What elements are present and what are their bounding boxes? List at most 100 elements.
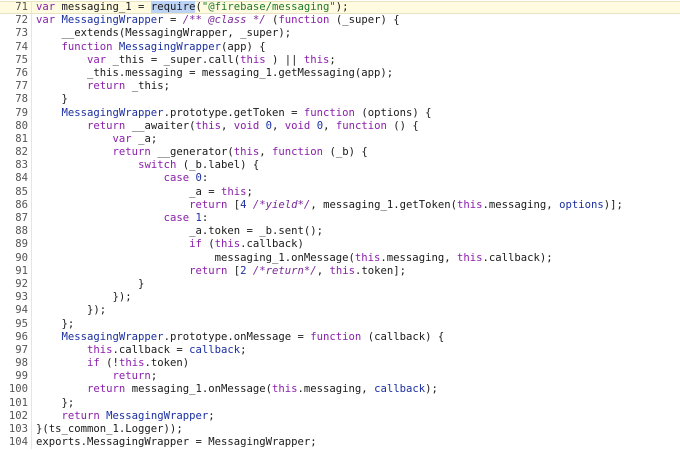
code-text: _this.messaging = messaging_1.getMessagi… [36,67,680,80]
code-token: , [220,119,234,132]
code-line[interactable]: 99 return; [0,370,680,384]
code-line[interactable]: 80 return __awaiter(this, void 0, void 0… [0,119,680,133]
code-token: return [112,146,158,159]
code-line[interactable]: 83 switch (_b.label) { [0,159,680,173]
code-line[interactable]: 89 if (this.callback) [0,238,680,252]
code-text: case 0: [36,172,680,185]
gutter-separator [31,212,32,226]
gutter-separator [31,146,32,160]
code-line[interactable]: 74 function MessagingWrapper(app) { [0,40,680,54]
code-line[interactable]: 97 this.callback = callback; [0,343,680,358]
line-number: 73 [15,27,28,40]
code-text: _a.token = _b.sent(); [36,225,680,238]
gutter-separator [31,106,32,120]
code-line[interactable]: 86 return [4 /*yield*/, messaging_1.getT… [0,198,680,212]
code-text: MessagingWrapper.prototype.getToken = fu… [36,107,680,120]
code-token: _a.token = _b.sent(); [36,225,324,238]
gutter-separator [31,66,32,81]
code-line[interactable]: 101 }; [0,396,680,410]
line-number: 104 [8,436,28,449]
code-token: __extends(MessagingWrapper, _super); [36,27,292,40]
code-line[interactable]: 75 var _this = _super.call(this ) || thi… [0,53,680,67]
code-line[interactable]: 84 case 0: [0,172,680,186]
code-token: , [259,146,273,159]
gutter-separator [31,317,32,331]
line-number: 79 [15,106,28,119]
code-text: messaging_1.onMessage(this.messaging, th… [36,252,680,265]
code-token: this [240,53,266,66]
code-token: : [201,172,209,185]
code-token: .messaging, [482,198,560,211]
code-line[interactable]: 71 var messaging_1 = require("@firebase/m… [0,1,680,15]
code-line[interactable]: 100 return messaging_1.onMessage(this.me… [0,383,680,397]
code-line[interactable]: 90 messaging_1.onMessage(this.messaging,… [0,251,680,265]
code-line[interactable]: 92 } [0,277,680,292]
gutter-separator [31,383,32,397]
line-number: 87 [15,212,28,224]
code-token: messaging_1.onMessage( [36,251,355,264]
code-line[interactable]: 72 var MessagingWrapper = /** @class */ (… [0,14,680,28]
code-text: return __generator(this, function (_b) { [36,146,680,159]
code-token: return [87,383,132,396]
code-line[interactable]: 81 var _a; [0,132,680,147]
code-line[interactable]: 93 }); [0,291,680,305]
code-token: (_super) { [329,14,400,27]
code-line[interactable]: 103}(ts_common_1.Logger)); [0,423,680,437]
code-line[interactable]: 91 return [2 /*return*/, this.token]; [0,264,680,278]
code-token: var [36,1,62,13]
code-line[interactable]: 82 return __generator(this, function (_b… [0,146,680,160]
code-line[interactable]: 104 exports.MessagingWrapper = MessagingW… [0,436,680,450]
code-line[interactable]: 88 _a.token = _b.sent(); [0,225,680,239]
code-line[interactable]: 98 if (!this.token) [0,357,680,371]
code-line[interactable]: 94 }); [0,304,680,318]
code-text: return messaging_1.onMessage(this.messag… [36,383,680,396]
code-token: case [163,172,196,185]
code-token: messaging_1 = [61,1,151,13]
line-number: 81 [15,132,28,145]
code-line[interactable]: 102 return MessagingWrapper; [0,409,680,423]
code-line[interactable]: 85 _a = this; [0,185,680,199]
code-text: var messaging_1 = require("@firebase/mes… [36,1,680,13]
code-token: return [112,370,151,383]
gutter-separator [31,251,32,265]
code-token: this [354,251,381,264]
gutter-separator [31,423,32,437]
gutter-separator [31,330,32,344]
code-line[interactable]: 73 __extends(MessagingWrapper, _super); [0,27,680,41]
code-text: _a = this; [36,186,680,199]
line-number: 78 [15,93,28,106]
code-line[interactable]: 78 } [0,93,680,107]
code-token: () { [386,119,419,132]
code-token: .callback = [112,343,190,356]
gutter-separator [31,264,32,278]
code-line[interactable]: 79 MessagingWrapper.prototype.getToken =… [0,106,680,120]
code-text: function MessagingWrapper(app) { [36,41,680,54]
code-line[interactable]: 77 return _this; [0,80,680,94]
gutter-separator [31,14,32,28]
gutter-separator [31,198,32,212]
line-number: 101 [8,396,28,409]
code-text: } [36,278,680,291]
code-line[interactable]: 76 _this.messaging = messaging_1.getMess… [0,66,680,81]
line-number: 99 [15,370,28,383]
gutter-separator [31,2,32,14]
code-line[interactable]: 96 MessagingWrapper.prototype.onMessage … [0,330,680,344]
gutter-separator [31,277,32,292]
code-token: .messaging, [297,383,375,396]
code-token: )]; [603,198,623,211]
code-token: var [36,14,62,27]
code-line[interactable]: 87 case 1: [0,212,680,226]
line-number: 88 [15,225,28,238]
code-editor[interactable]: 71 var messaging_1 = require("@firebase/m… [0,0,680,451]
code-token: _a; [138,132,158,145]
line-number: 85 [15,185,28,198]
code-token: : [201,212,209,224]
code-line[interactable]: 95 }; [0,317,680,331]
gutter-separator [31,436,32,450]
